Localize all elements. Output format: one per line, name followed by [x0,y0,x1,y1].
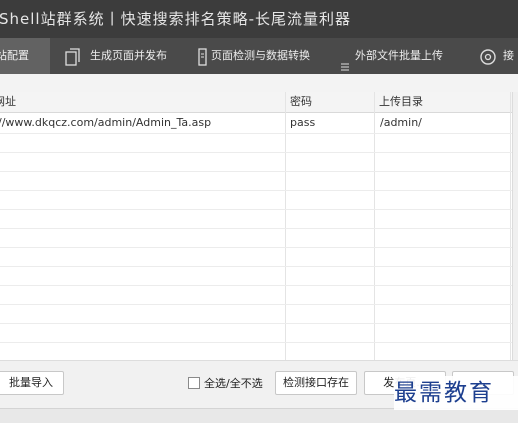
row-divider [0,133,512,134]
cell-password: pass [290,116,316,129]
row-divider [0,342,512,343]
row-divider [0,190,512,191]
row-divider [0,228,512,229]
tab-generate-publish[interactable]: 生成页面并发布 [50,38,185,74]
status-bar [0,408,518,423]
tab-page-check-label: 页面检测与数据转换 [211,49,310,62]
tab-interface[interactable]: 接 [467,38,518,74]
tab-generate-publish-label: 生成页面并发布 [90,49,167,62]
vertical-scrollbar[interactable] [512,92,518,360]
row-divider [0,152,512,153]
batch-import-button[interactable]: 批量导入 [0,371,64,395]
row-divider [0,247,512,248]
row-divider [0,266,512,267]
row-divider [0,304,512,305]
select-all-label: 全选/全不选 [204,377,263,390]
tab-interface-label: 接 [503,49,514,62]
tab-batch-upload-label: 外部文件批量上传 [355,49,443,62]
document-icon [197,46,209,74]
table-header: 网址 密码 上传目录 [0,92,512,113]
tab-batch-upload[interactable]: 外部文件批量上传 [320,38,457,74]
power-icon [479,46,497,74]
pages-icon [64,46,84,74]
cell-upload-dir: /admin/ [380,116,422,129]
title-bar: Shell站群系统丨快速搜索排名策略-长尾流量利器 [0,0,518,38]
tab-site-config-label: 站配置 [0,49,29,62]
table-row[interactable]: //www.dkqcz.com/admin/Admin_Ta.asp pass … [0,113,512,133]
check-api-button[interactable]: 检测接口存在 [275,371,357,395]
watermark-text: 最需教育 [394,376,518,410]
row-divider [0,323,512,324]
main-toolbar: 站配置 生成页面并发布 页面检测与数据转换 外部文件批量上传 接 [0,38,518,74]
row-divider [0,171,512,172]
row-divider [0,285,512,286]
site-table: 网址 密码 上传目录 //www.dkqcz.com/admin/Admin_T… [0,92,512,360]
list-icon [340,51,350,74]
tab-site-config[interactable]: 站配置 [0,38,50,74]
col-header-url[interactable]: 网址 [0,92,274,112]
sub-toolbar [0,74,518,93]
cell-url: //www.dkqcz.com/admin/Admin_Ta.asp [0,116,212,129]
window-title: Shell站群系统丨快速搜索排名策略-长尾流量利器 [0,10,352,28]
col-header-password[interactable]: 密码 [290,92,370,112]
col-header-upload-dir[interactable]: 上传目录 [379,92,509,112]
select-all-checkbox[interactable] [188,377,200,389]
row-divider [0,209,512,210]
tab-page-check[interactable]: 页面检测与数据转换 [185,38,320,74]
